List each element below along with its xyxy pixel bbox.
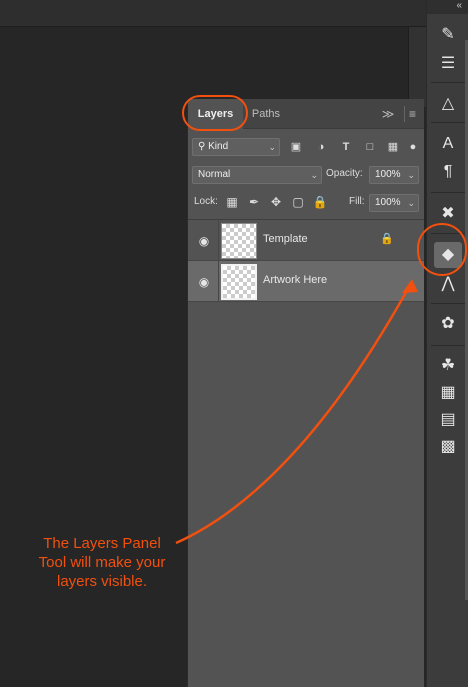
shape-filter-icon[interactable]: □ <box>362 139 378 155</box>
swatches-icon[interactable]: ☘ <box>434 353 462 379</box>
fill-field[interactable]: 100% ⌄ <box>369 194 419 212</box>
eye-icon[interactable]: ◉ <box>196 233 212 249</box>
canvas-scroll-area[interactable] <box>408 27 426 107</box>
document-top-bar <box>0 0 426 27</box>
divider <box>431 122 465 123</box>
layer-name[interactable]: Template <box>263 233 308 245</box>
smart-object-filter-icon[interactable]: ▦ <box>385 139 401 155</box>
type-filter-icon[interactable]: T <box>338 139 354 155</box>
paragraph-icon[interactable]: ¶ <box>434 159 462 185</box>
divider <box>431 303 465 304</box>
lock-image-pixels-icon[interactable]: ✒ <box>246 194 262 210</box>
adjustment-filter-icon[interactable]: ◑ <box>313 139 329 155</box>
image-filter-icon[interactable]: ▣ <box>288 139 304 155</box>
lock-transparent-pixels-icon[interactable]: ▦ <box>224 194 240 210</box>
tab-paths[interactable]: Paths <box>244 99 288 129</box>
opacity-field[interactable]: 100% ⌄ <box>369 166 419 184</box>
filter-kind-select[interactable]: ⚲ Kind ⌄ <box>192 138 280 156</box>
lock-all-icon[interactable]: 🔒 <box>312 194 328 210</box>
search-icon: ⚲ <box>198 141 206 152</box>
lock-icon: 🔒 <box>380 233 394 245</box>
divider <box>218 261 219 301</box>
opacity-value: 100% <box>375 169 401 180</box>
fill-value: 100% <box>375 197 401 208</box>
chevron-down-icon: ⌄ <box>268 142 276 152</box>
layer-row-template[interactable]: ◉ Template 🔒 <box>188 220 424 261</box>
layer-filter-row: ⚲ Kind ⌄ ▣ ◑ T □ ▦ ● <box>188 135 424 163</box>
layer-row-artwork-here[interactable]: ◉ Artwork Here <box>188 261 424 302</box>
right-panel-toolbar: « ✎ ☰ △ A ¶ ✖ ◆ ⋀ ✿ ☘ ▦ ▤ ▩ <box>426 0 468 687</box>
channels-icon[interactable]: ✿ <box>434 311 462 337</box>
divider <box>431 82 465 83</box>
patterns-icon[interactable]: ▩ <box>434 434 462 460</box>
filter-kind-label: Kind <box>208 141 229 152</box>
layer-thumbnail <box>221 264 257 300</box>
fill-label: Fill: <box>349 196 365 207</box>
double-chevron-right-icon[interactable]: ≫ <box>380 106 396 122</box>
callout-text: The Layers Panel Tool will make your lay… <box>38 535 166 590</box>
blend-mode-select[interactable]: Normal ⌄ <box>192 166 322 184</box>
eye-icon[interactable]: ◉ <box>196 274 212 290</box>
chevron-down-icon: ⌄ <box>310 170 318 180</box>
chevron-down-icon: ⌄ <box>407 170 415 180</box>
divider <box>218 220 219 260</box>
collapse-icon[interactable]: « <box>456 0 462 12</box>
lock-row: Lock: ▦ ✒ ✥ ▢ 🔒 Fill: 100% ⌄ <box>188 191 424 219</box>
chevron-down-icon: ⌄ <box>407 198 415 208</box>
lock-position-icon[interactable]: ✥ <box>268 194 284 210</box>
opacity-label: Opacity: <box>326 168 363 179</box>
lock-label: Lock: <box>194 196 218 207</box>
toolbar-header: « <box>427 0 468 14</box>
lock-artboard-icon[interactable]: ▢ <box>290 194 306 210</box>
brush-settings-icon[interactable]: ✎ <box>434 22 462 48</box>
filter-toggle-icon[interactable]: ● <box>407 139 419 155</box>
blend-row: Normal ⌄ Opacity: 100% ⌄ <box>188 163 424 191</box>
divider <box>431 345 465 346</box>
panel-menu-icon[interactable]: ≡ <box>404 106 420 122</box>
history-icon[interactable]: △ <box>434 91 462 117</box>
grid-icon[interactable]: ▦ <box>434 380 462 406</box>
highlight-circle-layers-tab <box>182 95 248 131</box>
layer-name[interactable]: Artwork Here <box>263 274 327 286</box>
gradient-icon[interactable]: ▤ <box>434 407 462 433</box>
character-icon[interactable]: A <box>434 131 462 157</box>
blend-mode-value: Normal <box>198 169 231 180</box>
layers-panel: Layers Paths ≫ ≡ ⚲ Kind ⌄ ▣ ◑ T □ ▦ ● No… <box>187 99 424 687</box>
highlight-circle-layers-tool <box>417 223 467 276</box>
brush-presets-icon[interactable]: ☰ <box>434 51 462 77</box>
layer-thumbnail <box>221 223 257 259</box>
divider <box>431 192 465 193</box>
